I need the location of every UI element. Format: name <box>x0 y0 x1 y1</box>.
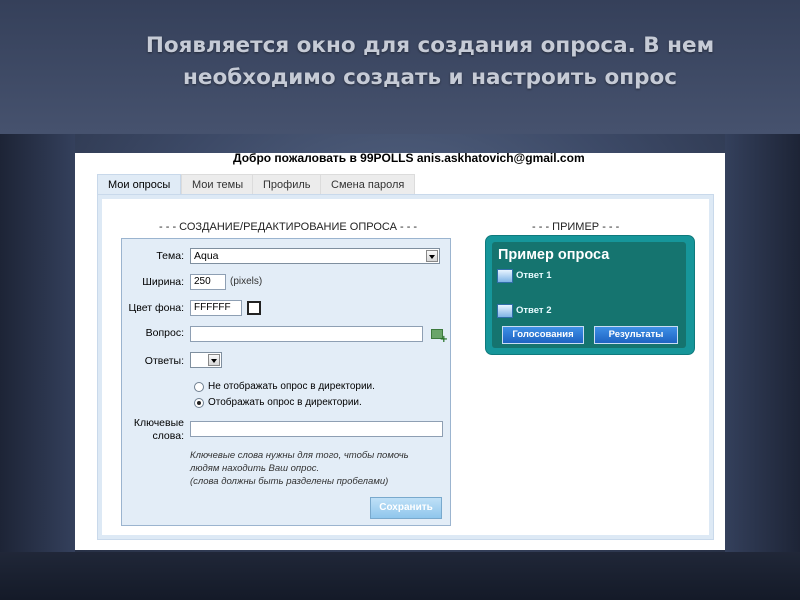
answers-label: Ответы: <box>144 355 184 367</box>
radio-hide-label: Не отображать опрос в директории. <box>208 381 375 392</box>
bg-color-input[interactable]: FFFFFF <box>190 300 242 316</box>
width-unit: (pixels) <box>230 276 263 287</box>
radio-show[interactable] <box>194 398 204 408</box>
chevron-down-icon[interactable] <box>208 354 220 366</box>
tab-my-polls[interactable]: Мои опросы <box>97 174 182 194</box>
keywords-hint: Ключевые слова нужны для того, чтобы пом… <box>190 449 440 488</box>
add-question-icon[interactable] <box>431 329 448 345</box>
screenshot-window: Добро пожаловать в 99POLLS anis.askhatov… <box>75 151 725 550</box>
slide-title: Появляется окно для создания опроса. В н… <box>100 30 760 94</box>
keywords-label-line-1: Ключевые <box>133 417 184 429</box>
theme-label: Тема: <box>156 250 184 262</box>
poll-preview: Пример опроса Ответ 1 Ответ 2 Голосовани… <box>485 235 695 355</box>
keywords-input[interactable] <box>190 421 443 437</box>
bg-color-label: Цвет фона: <box>128 302 184 314</box>
theme-select[interactable]: Aqua <box>190 248 440 264</box>
content-panel: - - - СОЗДАНИЕ/РЕДАКТИРОВАНИЕ ОПРОСА - -… <box>102 199 709 535</box>
question-input[interactable] <box>190 326 423 342</box>
welcome-text: Добро пожаловать в 99POLLS anis.askhatov… <box>233 151 585 165</box>
keywords-hint-line-3: (слова должны быть разделены пробелами) <box>190 476 389 487</box>
tab-my-themes[interactable]: Мои темы <box>181 174 255 194</box>
results-button[interactable]: Результаты <box>594 326 678 344</box>
poll-preview-title: Пример опроса <box>498 247 610 263</box>
radio-show-label: Отображать опрос в директории. <box>208 397 362 408</box>
preview-section-title: - - - ПРИМЕР - - - <box>532 221 620 233</box>
poll-edit-form: Тема: Aqua Ширина: 250 (pixels) Цвет фон… <box>121 238 451 526</box>
question-label: Вопрос: <box>145 327 184 339</box>
tab-profile[interactable]: Профиль <box>252 174 322 194</box>
keywords-label-line-2: слова: <box>152 430 184 442</box>
width-input[interactable]: 250 <box>190 274 226 290</box>
poll-answer-1-label: Ответ 1 <box>516 270 552 281</box>
chevron-down-icon[interactable] <box>426 250 438 262</box>
slide-title-line-1: Появляется окно для создания опроса. В н… <box>145 33 715 58</box>
keywords-hint-line-1: Ключевые слова нужны для того, чтобы пом… <box>190 450 409 461</box>
tab-content: - - - СОЗДАНИЕ/РЕДАКТИРОВАНИЕ ОПРОСА - -… <box>97 194 714 540</box>
keywords-hint-line-2: людям находить Ваш опрос. <box>190 463 320 474</box>
editor-section-title: - - - СОЗДАНИЕ/РЕДАКТИРОВАНИЕ ОПРОСА - -… <box>159 221 418 233</box>
slide-left-vignette <box>0 134 75 552</box>
slide-right-vignette <box>725 134 800 552</box>
answers-select[interactable] <box>190 352 222 368</box>
radio-hide[interactable] <box>194 382 204 392</box>
color-swatch[interactable] <box>247 301 261 315</box>
theme-select-value: Aqua <box>194 250 219 262</box>
tab-change-password[interactable]: Смена пароля <box>320 174 416 194</box>
answer-option-icon[interactable] <box>497 269 513 283</box>
vote-button[interactable]: Голосования <box>502 326 584 344</box>
width-label: Ширина: <box>142 276 184 288</box>
slide-footer-band <box>0 552 800 600</box>
poll-answer-2-label: Ответ 2 <box>516 305 552 316</box>
save-button[interactable]: Сохранить <box>370 497 442 519</box>
slide-title-line-2: необходимо создать и настроить опрос <box>183 65 677 90</box>
answer-option-icon[interactable] <box>497 304 513 318</box>
